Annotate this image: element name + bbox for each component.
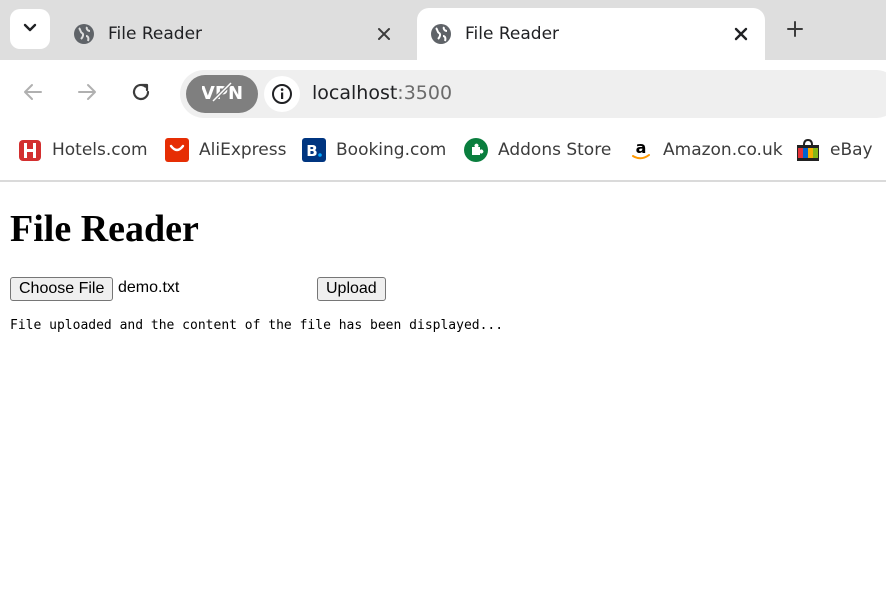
upload-button[interactable]: Upload bbox=[317, 277, 386, 301]
ebay-icon bbox=[796, 138, 820, 162]
url-host: localhost bbox=[312, 82, 398, 104]
page-content: File Reader Choose File demo.txt Upload … bbox=[0, 182, 886, 592]
tab-search-button[interactable] bbox=[10, 9, 50, 49]
chosen-file-name: demo.txt bbox=[118, 279, 180, 296]
arrow-right-icon bbox=[76, 81, 98, 108]
tab-title: File Reader bbox=[465, 24, 560, 44]
vpn-icon: VPN bbox=[201, 80, 243, 109]
svg-text:a: a bbox=[636, 138, 647, 157]
tab-title: File Reader bbox=[108, 24, 203, 44]
close-tab-icon[interactable] bbox=[730, 23, 752, 45]
file-upload-form: Choose File demo.txt Upload bbox=[10, 277, 410, 303]
bookmark-addons-store[interactable]: Addons Store bbox=[464, 137, 611, 163]
back-button[interactable] bbox=[19, 80, 47, 108]
bookmark-ebay[interactable]: eBay bbox=[796, 137, 873, 163]
vpn-button[interactable]: VPN bbox=[186, 75, 258, 113]
svg-text:B: B bbox=[306, 142, 317, 160]
tab-file-reader-1[interactable]: File Reader bbox=[60, 8, 408, 60]
url-port: :3500 bbox=[397, 82, 453, 104]
bookmark-hotels[interactable]: Hotels.com bbox=[18, 137, 148, 163]
url-text: localhost:3500 bbox=[312, 82, 452, 104]
address-bar[interactable]: VPN localhost:3500 bbox=[180, 70, 886, 118]
booking-icon: B bbox=[302, 138, 326, 162]
amazon-icon: a bbox=[629, 138, 653, 162]
forward-button[interactable] bbox=[73, 80, 101, 108]
arrow-left-icon bbox=[22, 81, 44, 108]
addons-icon bbox=[464, 138, 488, 162]
globe-icon bbox=[430, 23, 452, 45]
tab-file-reader-2[interactable]: File Reader bbox=[417, 8, 765, 60]
bookmark-label: Amazon.co.uk bbox=[663, 140, 783, 160]
hotels-icon bbox=[18, 138, 42, 162]
page-title: File Reader bbox=[10, 208, 199, 250]
browser-toolbar: VPN localhost:3500 bbox=[0, 60, 886, 128]
bookmark-amazon[interactable]: a Amazon.co.uk bbox=[629, 137, 783, 163]
plus-icon bbox=[786, 20, 804, 43]
reload-icon bbox=[130, 81, 152, 108]
reload-button[interactable] bbox=[127, 80, 155, 108]
bookmark-booking[interactable]: B Booking.com bbox=[302, 137, 446, 163]
file-content-output: File uploaded and the content of the fil… bbox=[10, 318, 504, 333]
tab-strip: File Reader File Reader bbox=[0, 0, 886, 60]
bookmark-label: eBay bbox=[830, 140, 873, 160]
globe-icon bbox=[73, 23, 95, 45]
bookmark-aliexpress[interactable]: AliExpress bbox=[165, 137, 286, 163]
bookmark-label: Booking.com bbox=[336, 140, 447, 160]
bookmark-label: AliExpress bbox=[199, 140, 287, 160]
new-tab-button[interactable] bbox=[780, 16, 810, 46]
aliexpress-icon bbox=[165, 138, 189, 162]
bookmarks-bar: Hotels.com AliExpress B Booking.com Addo… bbox=[0, 128, 886, 182]
site-info-icon[interactable] bbox=[264, 76, 300, 112]
chevron-down-icon bbox=[22, 19, 38, 40]
choose-file-button[interactable]: Choose File bbox=[10, 277, 114, 301]
bookmark-label: Hotels.com bbox=[52, 140, 148, 160]
close-tab-icon[interactable] bbox=[373, 23, 395, 45]
bookmark-label: Addons Store bbox=[498, 140, 612, 160]
